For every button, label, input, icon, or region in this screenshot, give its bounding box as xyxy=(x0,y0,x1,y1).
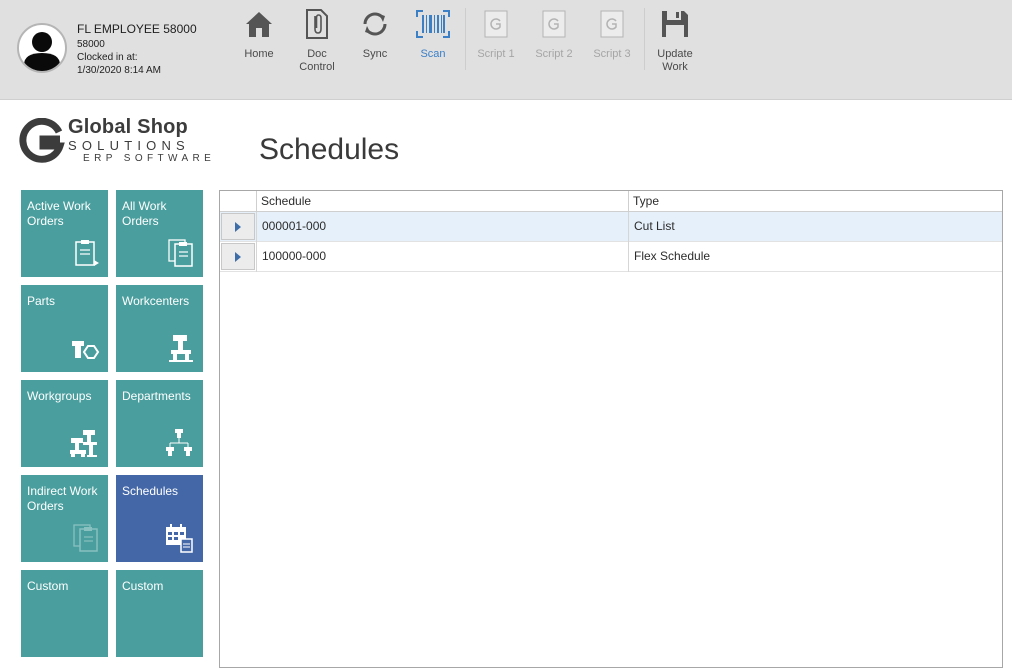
clipboards-icon xyxy=(73,524,98,552)
clocked-time: 1/30/2020 8:14 AM xyxy=(77,65,161,76)
user-id: 58000 xyxy=(77,39,105,50)
script-icon xyxy=(583,6,641,42)
home-button[interactable]: Home xyxy=(230,6,288,86)
logo-sub-text: SOLUTIONS xyxy=(68,138,190,153)
sync-icon xyxy=(346,6,404,42)
scan-button[interactable]: Scan xyxy=(404,6,462,86)
script-3-label: Script 3 xyxy=(593,48,631,60)
save-icon xyxy=(646,6,704,42)
tile-label: Indirect Work Orders xyxy=(27,484,98,513)
machines-icon xyxy=(70,430,97,457)
script-icon xyxy=(467,6,525,42)
tile-label: Workgroups xyxy=(27,389,92,403)
logo-g-icon xyxy=(19,118,65,163)
grid-header: Schedule Type xyxy=(220,191,1002,212)
top-toolbar: FL EMPLOYEE 58000 58000 Clocked in at: 1… xyxy=(0,0,1012,100)
update-work-label: Update Work xyxy=(657,48,693,73)
user-name: FL EMPLOYEE 58000 xyxy=(77,22,197,36)
paperclip-document-icon xyxy=(288,6,346,42)
home-label: Home xyxy=(244,48,274,60)
table-row[interactable]: 100000-000 Flex Schedule xyxy=(220,242,1002,272)
tile-workcenters[interactable]: Workcenters xyxy=(116,285,203,372)
row-selector[interactable] xyxy=(221,213,255,240)
schedules-grid: Schedule Type 000001-000 Cut List 100000… xyxy=(219,190,1003,668)
barcode-icon xyxy=(404,6,462,42)
tile-label: Workcenters xyxy=(122,294,190,308)
tile-parts[interactable]: Parts xyxy=(21,285,108,372)
user-info: FL EMPLOYEE 58000 58000 Clocked in at: 1… xyxy=(77,22,197,77)
hierarchy-icon xyxy=(166,429,192,456)
update-work-button[interactable]: Update Work xyxy=(646,6,704,86)
bolt-nut-icon xyxy=(72,341,100,359)
tile-all-work-orders[interactable]: All Work Orders xyxy=(116,190,203,277)
script-2-button[interactable]: Script 2 xyxy=(525,6,583,86)
machine-icon xyxy=(169,335,193,362)
toolbar-divider xyxy=(644,8,645,70)
company-logo: Global Shop SOLUTIONS ERP SOFTWARE xyxy=(19,116,211,166)
column-header-type[interactable]: Type xyxy=(628,191,1002,212)
cell-schedule: 000001-000 xyxy=(256,212,628,242)
script-1-label: Script 1 xyxy=(477,48,515,60)
page-title: Schedules xyxy=(259,133,400,166)
home-icon xyxy=(230,6,288,42)
row-selector[interactable] xyxy=(221,243,255,270)
calendar-icon xyxy=(166,524,193,553)
tile-schedules[interactable]: Schedules xyxy=(116,475,203,562)
doc-control-button[interactable]: Doc Control xyxy=(288,6,346,86)
table-row[interactable]: 000001-000 Cut List xyxy=(220,212,1002,242)
tile-label: Custom xyxy=(27,579,69,593)
cell-type: Cut List xyxy=(628,212,1002,242)
cell-type: Flex Schedule xyxy=(628,242,1002,272)
caret-right-icon xyxy=(235,251,241,262)
toolbar-divider xyxy=(465,8,466,70)
tile-label: All Work Orders xyxy=(122,199,167,228)
tile-custom-1[interactable]: Custom xyxy=(21,570,108,657)
tile-label: Parts xyxy=(27,294,56,308)
tile-custom-2[interactable]: Custom xyxy=(116,570,203,657)
tile-label: Departments xyxy=(122,389,191,403)
sync-label: Sync xyxy=(362,48,388,60)
clipboard-icon xyxy=(75,240,99,266)
tile-indirect-work-orders[interactable]: Indirect Work Orders xyxy=(21,475,108,562)
script-3-button[interactable]: Script 3 xyxy=(583,6,641,86)
logo-main-text: Global Shop xyxy=(68,116,188,138)
doc-control-label: Doc Control xyxy=(299,48,335,73)
tile-label: Custom xyxy=(122,579,164,593)
tile-label: Active Work Orders xyxy=(27,199,91,228)
script-2-label: Script 2 xyxy=(535,48,573,60)
logo-sub-text: ERP SOFTWARE xyxy=(83,153,216,164)
user-avatar-icon xyxy=(17,23,67,73)
script-1-button[interactable]: Script 1 xyxy=(467,6,525,86)
tile-active-work-orders[interactable]: Active Work Orders xyxy=(21,190,108,277)
tile-departments[interactable]: Departments xyxy=(116,380,203,467)
tile-workgroups[interactable]: Workgroups xyxy=(21,380,108,467)
tile-label: Schedules xyxy=(122,484,179,498)
column-header-schedule[interactable]: Schedule xyxy=(256,191,628,212)
cell-schedule: 100000-000 xyxy=(256,242,628,272)
sync-button[interactable]: Sync xyxy=(346,6,404,86)
caret-right-icon xyxy=(235,221,241,232)
scan-label: Scan xyxy=(420,48,446,60)
clipboards-icon xyxy=(168,239,193,267)
clocked-label: Clocked in at: xyxy=(77,52,138,63)
script-icon xyxy=(525,6,583,42)
